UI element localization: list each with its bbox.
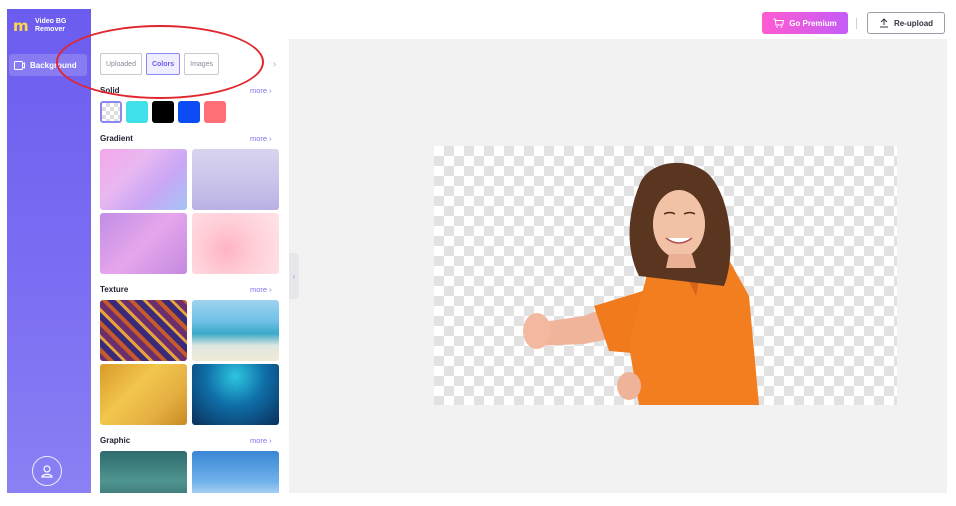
swatch-black[interactable] [152, 101, 174, 123]
swatch-transparent[interactable] [100, 101, 122, 123]
texture-thumb-gold[interactable] [100, 364, 187, 425]
logo-line1: Video BG [35, 18, 67, 25]
solid-swatches [100, 101, 226, 123]
texture-thumb-ocean[interactable] [192, 364, 279, 425]
texture-thumb-pattern[interactable] [100, 300, 187, 361]
texture-more-link[interactable]: more › [250, 285, 272, 294]
top-bar: Go Premium Re-upload [91, 9, 947, 39]
preview-canvas-area [289, 39, 947, 493]
background-icon [14, 60, 25, 70]
graphic-more-link[interactable]: more › [250, 436, 272, 445]
subject-image [523, 162, 759, 405]
graphic-thumb-1[interactable] [100, 451, 187, 493]
go-premium-button[interactable]: Go Premium [762, 12, 848, 34]
background-panel: Uploaded Colors Images › Solid more › Gr… [91, 39, 289, 493]
cart-icon [773, 18, 785, 28]
chevron-left-icon: ‹ [292, 271, 296, 281]
re-upload-button[interactable]: Re-upload [867, 12, 945, 34]
sidebar-item-background[interactable]: Background [9, 54, 87, 76]
app-window: m Video BG Remover Background Go Premium… [0, 0, 956, 506]
logo-icon: m [13, 17, 29, 35]
upload-icon [879, 18, 888, 28]
section-title-graphic: Graphic [100, 436, 131, 445]
user-avatar[interactable] [32, 456, 62, 486]
swatch-cyan[interactable] [126, 101, 148, 123]
gradient-thumb-2[interactable] [192, 149, 279, 210]
video-preview[interactable] [434, 146, 897, 405]
app-logo[interactable]: m Video BG Remover [13, 18, 75, 34]
swatch-blue[interactable] [178, 101, 200, 123]
logo-line2: Remover [35, 26, 65, 33]
gradient-thumb-1[interactable] [100, 149, 187, 210]
tab-images[interactable]: Images [184, 53, 220, 75]
topbar-divider [856, 18, 857, 29]
tab-uploaded[interactable]: Uploaded [100, 53, 142, 75]
chevron-right-icon[interactable]: › [273, 59, 276, 70]
gradient-thumb-3[interactable] [100, 213, 187, 274]
solid-more-link[interactable]: more › [250, 86, 272, 95]
sidebar: m Video BG Remover Background [7, 9, 91, 493]
section-title-gradient: Gradient [100, 134, 133, 143]
user-icon [41, 465, 53, 478]
gradient-thumb-4[interactable] [192, 213, 279, 274]
swatch-coral[interactable] [204, 101, 226, 123]
gradient-more-link[interactable]: more › [250, 134, 272, 143]
collapse-panel-handle[interactable]: ‹ [289, 253, 299, 299]
texture-thumb-beach[interactable] [192, 300, 279, 361]
section-title-texture: Texture [100, 285, 129, 294]
go-premium-label: Go Premium [789, 18, 837, 28]
graphic-thumb-sky[interactable] [192, 451, 279, 493]
tab-colors[interactable]: Colors [145, 53, 181, 75]
section-title-solid: Solid [100, 86, 120, 95]
sidebar-item-label: Background [30, 60, 77, 70]
re-upload-label: Re-upload [893, 18, 934, 28]
background-tabs: Uploaded Colors Images [100, 53, 220, 75]
